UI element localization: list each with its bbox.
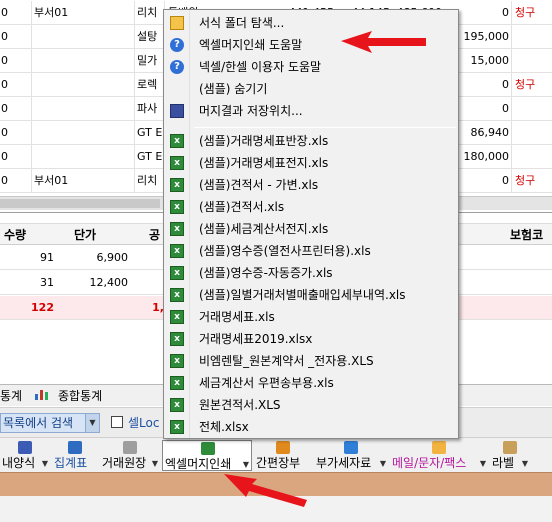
annotation-arrows (224, 31, 426, 507)
red-arrow-menu (341, 31, 426, 53)
red-arrow-toolbar (224, 474, 307, 507)
